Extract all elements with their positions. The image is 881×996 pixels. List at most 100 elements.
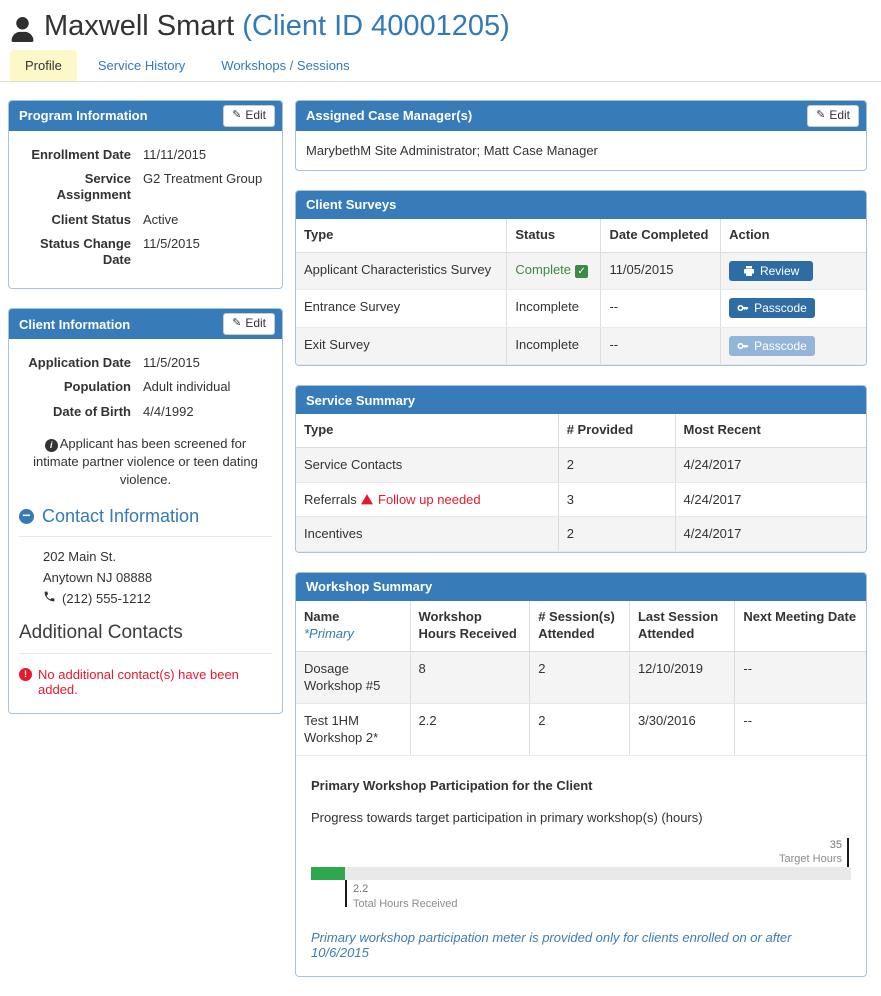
column-header: # Provided <box>558 414 676 449</box>
service-provided: 2 <box>558 447 676 483</box>
workshop-name: Test 1HM Workshop 2* <box>296 703 411 756</box>
contact-information-toggle[interactable]: − Contact Information <box>19 506 272 538</box>
tab-workshops-sessions[interactable]: Workshops / Sessions <box>206 50 364 81</box>
workshop-summary-title: Workshop Summary <box>306 579 433 595</box>
field-row: Population Adult individual <box>19 379 272 395</box>
field-label: Client Status <box>51 211 131 227</box>
field-value: 4/4/1992 <box>143 403 194 419</box>
participation-section: Primary Workshop Participation for the C… <box>296 756 866 976</box>
client-information-body: Application Date 11/5/2015 Population Ad… <box>9 339 282 713</box>
column-header: Most Recent <box>675 414 866 449</box>
phone-number: (212) 555-1212 <box>62 591 151 606</box>
workshop-name: Dosage Workshop #5 <box>296 651 411 704</box>
field-row: Client Status Active <box>19 212 272 228</box>
column-header: Type <box>296 414 559 449</box>
field-row: Date of Birth 4/4/1992 <box>19 404 272 420</box>
survey-action: Passcode <box>720 289 866 328</box>
program-information-header: Program Information ✎ Edit <box>9 101 282 131</box>
tab-profile[interactable]: Profile <box>10 50 77 81</box>
meter-track <box>311 866 851 880</box>
column-header: Type <box>296 218 508 253</box>
no-additional-contacts-text: No additional contact(s) have been added… <box>38 666 239 697</box>
content-columns: Program Information ✎ Edit Enrollment Dat… <box>0 82 881 996</box>
workshop-sessions: 2 <box>529 703 630 756</box>
table-row: Applicant Characteristics Survey Complet… <box>296 252 866 291</box>
status-text: Complete <box>515 261 572 277</box>
client-surveys-panel: Client Surveys Type Status Date Complete… <box>295 189 867 367</box>
key-icon <box>737 342 749 349</box>
service-type: Service Contacts <box>296 447 559 483</box>
workshop-summary-panel: Workshop Summary Name *Primary Workshop … <box>295 571 867 977</box>
program-information-edit-button[interactable]: ✎ Edit <box>223 105 275 127</box>
program-information-panel: Program Information ✎ Edit Enrollment Dat… <box>8 100 283 290</box>
table-row: Dosage Workshop #5 8 2 12/10/2019 -- <box>296 651 866 704</box>
survey-action: Review <box>720 252 866 291</box>
field-row: Application Date 11/5/2015 <box>19 355 272 371</box>
field-label: Population <box>63 379 131 395</box>
column-header: Next Meeting Date <box>734 600 866 652</box>
passcode-button-label: Passcode <box>754 301 807 316</box>
table-row: Referrals Follow up needed 3 4/24/2017 <box>296 482 866 518</box>
right-column: Assigned Case Manager(s) ✎ Edit MarybethM… <box>295 100 867 996</box>
address-line2: Anytown NJ 08888 <box>43 570 153 586</box>
field-value: 11/5/2015 <box>143 235 200 251</box>
column-header: Workshop Hours Received <box>410 600 531 652</box>
received-hours-label: Total Hours Received <box>352 897 458 910</box>
meter-target-area: 35 Target Hours <box>311 837 851 867</box>
column-header: Status <box>506 218 602 253</box>
info-icon: i <box>44 438 58 452</box>
column-header: Action <box>720 218 866 253</box>
workshop-last-session: 12/10/2019 <box>629 651 736 704</box>
field-value: Active <box>143 211 179 227</box>
workshop-sessions: 2 <box>529 651 630 704</box>
target-tick <box>847 837 849 867</box>
field-row: Status Change Date 11/5/2015 <box>19 236 272 269</box>
workshop-hours: 2.2 <box>410 703 531 756</box>
review-button[interactable]: Review <box>729 260 814 281</box>
field-label: Application Date <box>28 355 131 371</box>
case-managers-edit-button[interactable]: ✎ Edit <box>807 105 859 127</box>
service-recent: 4/24/2017 <box>675 516 866 552</box>
participation-heading: Primary Workshop Participation for the C… <box>311 777 593 793</box>
left-column: Program Information ✎ Edit Enrollment Dat… <box>8 100 283 733</box>
printer-icon <box>743 265 754 276</box>
field-label: Date of Birth <box>53 403 131 419</box>
address-block: 202 Main St. Anytown NJ 08888 (212) 555-… <box>43 547 272 609</box>
program-information-body: Enrollment Date 11/11/2015 Service Assig… <box>9 131 282 288</box>
field-label: Service Assignment <box>56 171 131 203</box>
case-managers-body: MarybethM Site Administrator; Matt Case … <box>296 131 866 170</box>
field-value: G2 Treatment Group <box>143 171 263 187</box>
review-button-label: Review <box>759 263 800 278</box>
screened-note: i Applicant has been screened for intimat… <box>21 435 270 490</box>
participation-meter-chart: 35 Target Hours 2.2 Total Hours Received <box>311 837 851 918</box>
survey-date: -- <box>600 289 722 328</box>
passcode-button-label: Passcode <box>754 338 807 353</box>
client-id: (Client ID 40001205) <box>242 10 510 42</box>
user-icon <box>10 12 35 42</box>
meter-received-labels: 2.2 Total Hours Received <box>353 882 458 912</box>
table-row: Exit Survey Incomplete -- Passcode <box>296 327 866 366</box>
participation-footnote: Primary workshop participation meter is … <box>311 929 792 960</box>
service-type: Incentives <box>296 516 559 552</box>
field-row: Service Assignment G2 Treatment Group <box>19 171 272 204</box>
client-information-edit-button[interactable]: ✎ Edit <box>223 313 275 336</box>
service-type-text: Referrals <box>304 491 357 507</box>
additional-contacts-title: Additional Contacts <box>19 622 272 654</box>
pencil-icon: ✎ <box>232 108 242 121</box>
workshop-summary-header: Workshop Summary <box>296 572 866 601</box>
service-summary-header: Service Summary <box>296 386 866 415</box>
column-header: # Session(s) Attended <box>529 600 630 652</box>
table-row: Entrance Survey Incomplete -- Passcode <box>296 289 866 328</box>
table-header-row: Type # Provided Most Recent <box>296 414 866 449</box>
meter-fill <box>311 866 345 880</box>
page-title: Maxwell Smart (Client ID 40001205) <box>44 10 510 43</box>
workshop-next-meeting: -- <box>734 703 866 756</box>
field-row: Enrollment Date 11/11/2015 <box>19 147 272 163</box>
edit-button-label: Edit <box>245 316 266 331</box>
tab-service-history[interactable]: Service History <box>83 50 200 81</box>
table-header-row: Name *Primary Workshop Hours Received # … <box>296 600 866 652</box>
column-header: Last Session Attended <box>629 600 736 652</box>
passcode-button[interactable]: Passcode <box>729 298 815 319</box>
client-information-header: Client Information ✎ Edit <box>9 309 282 340</box>
passcode-button-disabled[interactable]: Passcode <box>729 335 815 356</box>
